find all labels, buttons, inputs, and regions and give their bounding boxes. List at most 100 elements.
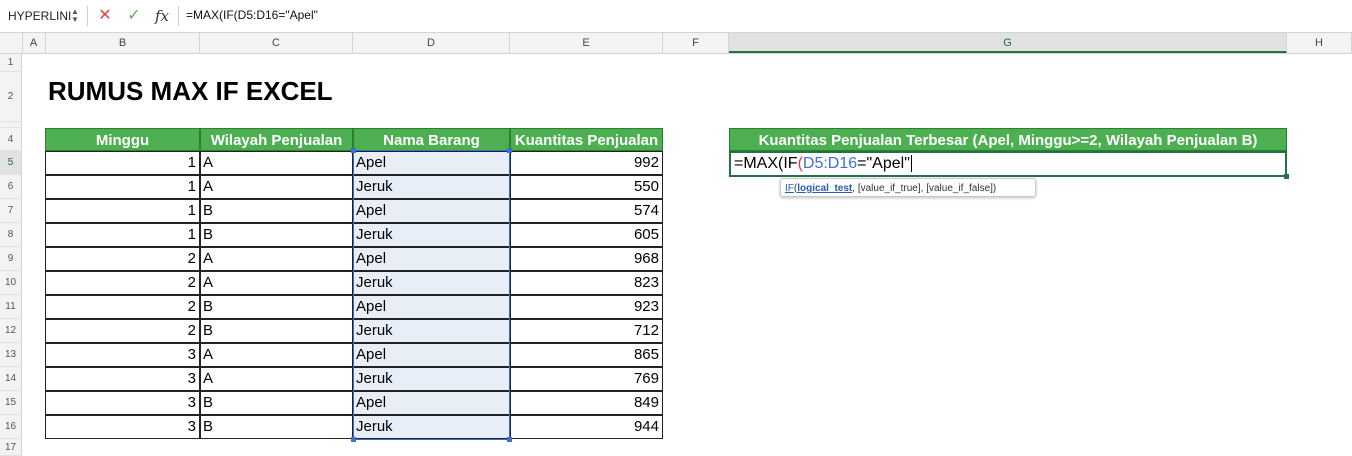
table-cell[interactable]: 769	[510, 367, 663, 391]
row-header-6[interactable]: 6	[0, 175, 22, 199]
table-cell[interactable]: 2	[45, 295, 200, 319]
table-cell[interactable]: A	[200, 247, 353, 271]
row-header-7[interactable]: 7	[0, 199, 22, 223]
table-cell[interactable]: Apel	[353, 343, 510, 367]
row-header-4[interactable]: 4	[0, 128, 22, 151]
table-cell[interactable]: A	[200, 271, 353, 295]
table-cell[interactable]: 574	[510, 199, 663, 223]
table-cell[interactable]: 3	[45, 415, 200, 439]
row-header-2[interactable]: 2	[0, 72, 22, 122]
insert-function-button[interactable]: fx	[155, 6, 175, 26]
table-cell[interactable]: A	[200, 175, 353, 199]
column-header-g[interactable]: G	[729, 33, 1287, 53]
table-header-kuantitas[interactable]: Kuantitas Penjualan	[510, 128, 663, 151]
table-cell[interactable]: A	[200, 367, 353, 391]
table-cell[interactable]: Jeruk	[353, 175, 510, 199]
table-cell[interactable]: Apel	[353, 391, 510, 415]
table-header-nama-barang[interactable]: Nama Barang	[353, 128, 510, 151]
table-header-wilayah[interactable]: Wilayah Penjualan	[200, 128, 353, 151]
table-cell[interactable]: 1	[45, 151, 200, 175]
row-header-13[interactable]: 13	[0, 343, 22, 367]
table-cell[interactable]: Apel	[353, 295, 510, 319]
table-cell[interactable]: 923	[510, 295, 663, 319]
formula-bar-divider	[178, 6, 179, 26]
table-cell[interactable]: 2	[45, 247, 200, 271]
sheet-title[interactable]: RUMUS MAX IF EXCEL	[48, 76, 333, 107]
range-resize-handle[interactable]	[351, 437, 356, 442]
row-header-16[interactable]: 16	[0, 415, 22, 439]
row-header-10[interactable]: 10	[0, 271, 22, 295]
row-header-17[interactable]: 17	[0, 439, 22, 456]
table-cell[interactable]: B	[200, 391, 353, 415]
formula-bar: HYPERLINI ▲ ▼ ✕ ✓ fx =MAX(IF(D5:D16="Apel…	[0, 0, 1352, 33]
formula-input[interactable]: =MAX(IF(D5:D16="Apel"	[186, 8, 318, 22]
table-cell[interactable]: 865	[510, 343, 663, 367]
table-cell[interactable]: 2	[45, 319, 200, 343]
row-header-12[interactable]: 12	[0, 319, 22, 343]
formula-range-reference: D5:D16	[802, 155, 858, 172]
result-header[interactable]: Kuantitas Penjualan Terbesar (Apel, Ming…	[729, 128, 1287, 151]
table-cell[interactable]: 2	[45, 271, 200, 295]
table-cell[interactable]: 1	[45, 175, 200, 199]
table-cell[interactable]: 823	[510, 271, 663, 295]
table-cell[interactable]: 3	[45, 391, 200, 415]
row-header-5[interactable]: 5	[0, 151, 22, 175]
name-box-value: HYPERLINI	[8, 9, 72, 23]
table-cell[interactable]: Apel	[353, 199, 510, 223]
table-cell[interactable]: Jeruk	[353, 223, 510, 247]
table-cell[interactable]: 550	[510, 175, 663, 199]
table-cell[interactable]: Jeruk	[353, 319, 510, 343]
table-cell[interactable]: B	[200, 199, 353, 223]
table-cell[interactable]: 968	[510, 247, 663, 271]
check-icon[interactable]: ✓	[124, 6, 144, 26]
row-header-11[interactable]: 11	[0, 295, 22, 319]
tooltip-function-link[interactable]: IF	[785, 183, 794, 194]
fill-handle[interactable]	[1284, 174, 1289, 179]
table-header-minggu[interactable]: Minggu	[45, 128, 200, 151]
table-cell[interactable]: 1	[45, 199, 200, 223]
table-cell[interactable]: 3	[45, 343, 200, 367]
table-cell[interactable]: Apel	[353, 151, 510, 175]
row-header-14[interactable]: 14	[0, 367, 22, 391]
table-cell[interactable]: Jeruk	[353, 271, 510, 295]
table-cell[interactable]: Apel	[353, 247, 510, 271]
table-cell[interactable]: 712	[510, 319, 663, 343]
tooltip-remaining-arguments: , [value_if_true], [value_if_false])	[852, 183, 997, 194]
table-cell[interactable]: A	[200, 343, 353, 367]
table-cell[interactable]: B	[200, 295, 353, 319]
table-cell[interactable]: 1	[45, 223, 200, 247]
column-header-d[interactable]: D	[353, 33, 510, 53]
table-cell[interactable]: 849	[510, 391, 663, 415]
tooltip-active-argument[interactable]: logical_test	[797, 183, 852, 194]
row-header-15[interactable]: 15	[0, 391, 22, 415]
column-header-e[interactable]: E	[510, 33, 663, 53]
active-cell-editor[interactable]: =MAX(IF(D5:D16="Apel"	[729, 151, 1287, 177]
column-header-f[interactable]: F	[663, 33, 729, 53]
table-cell[interactable]: 992	[510, 151, 663, 175]
row-header-9[interactable]: 9	[0, 247, 22, 271]
column-header-b[interactable]: B	[46, 33, 200, 53]
table-cell[interactable]: 944	[510, 415, 663, 439]
column-header-h[interactable]: H	[1287, 33, 1352, 53]
column-header-c[interactable]: C	[200, 33, 353, 53]
range-resize-handle[interactable]	[507, 148, 512, 153]
range-resize-handle[interactable]	[507, 437, 512, 442]
table-cell[interactable]: B	[200, 223, 353, 247]
select-all-corner[interactable]	[0, 33, 23, 53]
column-header-a[interactable]: A	[22, 33, 46, 53]
row-header-8[interactable]: 8	[0, 223, 22, 247]
formula-bar-divider	[87, 6, 88, 26]
table-cell[interactable]: 605	[510, 223, 663, 247]
name-box[interactable]: HYPERLINI ▲ ▼	[0, 4, 84, 28]
row-header-1[interactable]: 1	[0, 54, 22, 72]
name-box-stepper-icon[interactable]: ▲ ▼	[71, 8, 79, 24]
table-cell[interactable]: Jeruk	[353, 367, 510, 391]
table-cell[interactable]: Jeruk	[353, 415, 510, 439]
table-cell[interactable]: 3	[45, 367, 200, 391]
function-tooltip: IF(logical_test, [value_if_true], [value…	[780, 178, 1036, 197]
cancel-icon[interactable]: ✕	[96, 6, 114, 26]
table-cell[interactable]: B	[200, 415, 353, 439]
table-cell[interactable]: A	[200, 151, 353, 175]
table-cell[interactable]: B	[200, 319, 353, 343]
range-resize-handle[interactable]	[351, 148, 356, 153]
